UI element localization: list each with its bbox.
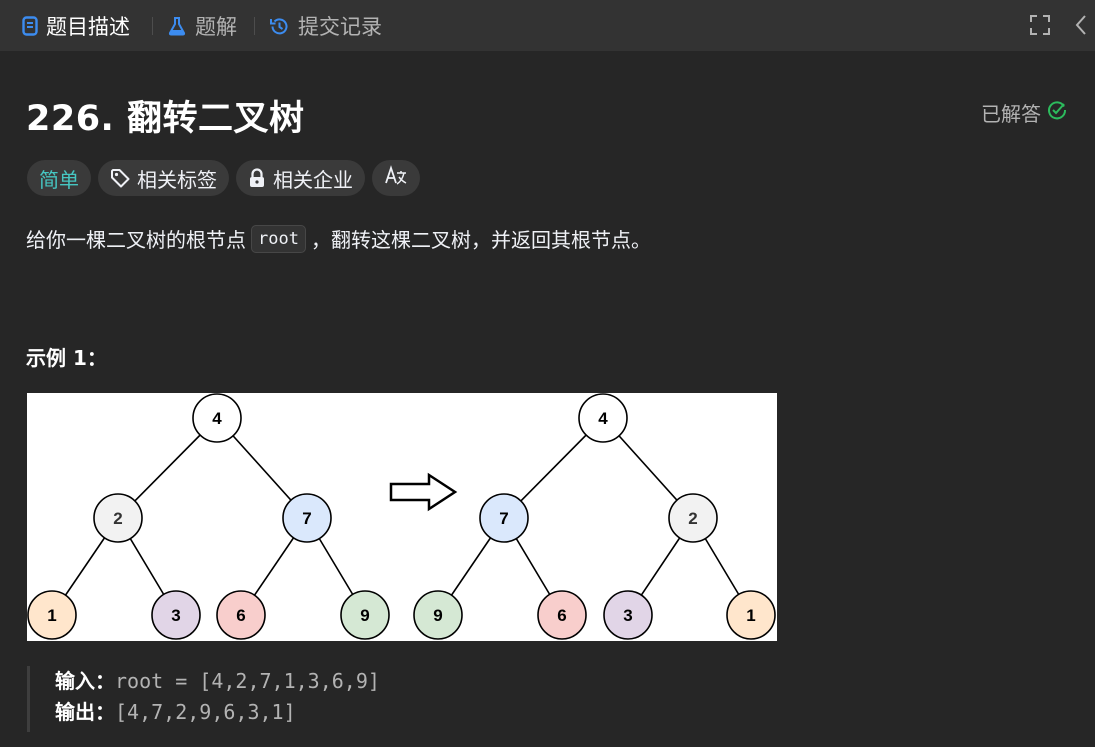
svg-text:2: 2 — [113, 509, 122, 528]
tree-node: 4 — [192, 393, 242, 443]
svg-text:2: 2 — [688, 509, 697, 528]
tag-icon — [110, 168, 130, 188]
tree-node: 1 — [726, 590, 776, 640]
svg-text:3: 3 — [171, 606, 180, 625]
description-text: ，翻转这棵二叉树，并返回其根节点。 — [310, 228, 651, 252]
document-icon — [22, 16, 38, 36]
inline-code: root — [251, 224, 306, 253]
topics-chip[interactable]: 相关标签 — [98, 160, 229, 196]
problem-title: 226. 翻转二叉树 — [26, 99, 305, 139]
svg-text:4: 4 — [598, 409, 608, 428]
svg-text:9: 9 — [360, 606, 369, 625]
problem-description: 给你一棵二叉树的根节点 root ，翻转这棵二叉树，并返回其根节点。 — [26, 224, 651, 253]
companies-chip[interactable]: 相关企业 — [236, 160, 365, 196]
arrow-right-icon — [389, 472, 458, 512]
example-tree-image: 4 2 7 1 3 6 9 4 7 2 9 6 3 1 — [27, 393, 777, 641]
flask-icon — [167, 16, 187, 36]
svg-text:3: 3 — [623, 606, 632, 625]
example-io-block: 输入：root = [4,2,7,1,3,6,9] 输出：[4,7,2,9,6,… — [27, 666, 380, 732]
tree-node: 9 — [413, 590, 463, 640]
example-output-line: 输出：[4,7,2,9,6,3,1] — [55, 697, 380, 728]
example-input-line: 输入：root = [4,2,7,1,3,6,9] — [55, 666, 380, 697]
tree-node: 3 — [603, 590, 653, 640]
output-label: 输出： — [55, 700, 115, 724]
solved-label: 已解答 — [981, 102, 1041, 126]
difficulty-badge[interactable]: 简单 — [27, 160, 91, 196]
collapse-panel-icon[interactable] — [1074, 14, 1088, 36]
tab-label: 题目描述 — [46, 15, 130, 39]
tree-node: 2 — [668, 493, 718, 543]
svg-text:6: 6 — [557, 606, 566, 625]
history-icon — [269, 16, 290, 37]
input-value: root = [4,2,7,1,3,6,9] — [115, 669, 380, 693]
translate-button[interactable] — [372, 160, 420, 196]
tab-description[interactable]: 题目描述 — [22, 12, 130, 40]
tree-node: 3 — [151, 590, 201, 640]
svg-text:7: 7 — [302, 509, 311, 528]
tag-row: 简单 相关标签 相关企业 — [27, 160, 427, 196]
tab-label: 提交记录 — [298, 15, 382, 39]
svg-text:6: 6 — [236, 606, 245, 625]
problem-panel: 226. 翻转二叉树 已解答 简单 相关标签 相关企业 给你一棵二叉树的根节点 … — [0, 52, 1095, 747]
tab-divider — [254, 17, 255, 35]
tab-label: 题解 — [195, 15, 237, 39]
example-heading: 示例 1： — [26, 346, 107, 370]
svg-text:9: 9 — [433, 606, 442, 625]
tab-divider — [152, 17, 153, 35]
companies-label: 相关企业 — [273, 167, 353, 192]
tree-node: 2 — [93, 493, 143, 543]
svg-text:4: 4 — [212, 409, 222, 428]
topics-label: 相关标签 — [137, 167, 217, 192]
input-label: 输入： — [55, 669, 115, 693]
tree-node: 7 — [282, 493, 332, 543]
tree-node: 4 — [578, 393, 628, 443]
tab-submissions[interactable]: 提交记录 — [269, 12, 382, 40]
fullscreen-icon[interactable] — [1029, 14, 1051, 36]
tab-bar: 题目描述 题解 提交记录 — [0, 0, 1095, 52]
solved-status: 已解答 — [981, 98, 1067, 127]
difficulty-label: 简单 — [39, 167, 79, 192]
check-circle-icon — [1041, 100, 1067, 125]
tree-node: 6 — [216, 590, 266, 640]
tree-node: 6 — [537, 590, 587, 640]
lock-icon — [248, 168, 266, 188]
tab-solutions[interactable]: 题解 — [167, 12, 237, 40]
tree-node: 1 — [27, 590, 77, 640]
output-value: [4,7,2,9,6,3,1] — [115, 700, 296, 724]
tree-node: 7 — [479, 493, 529, 543]
tree-node: 9 — [340, 590, 390, 640]
svg-text:1: 1 — [746, 606, 755, 625]
svg-text:7: 7 — [499, 509, 508, 528]
translate-icon — [384, 164, 408, 192]
description-text: 给你一棵二叉树的根节点 — [26, 228, 246, 252]
svg-text:1: 1 — [47, 606, 56, 625]
